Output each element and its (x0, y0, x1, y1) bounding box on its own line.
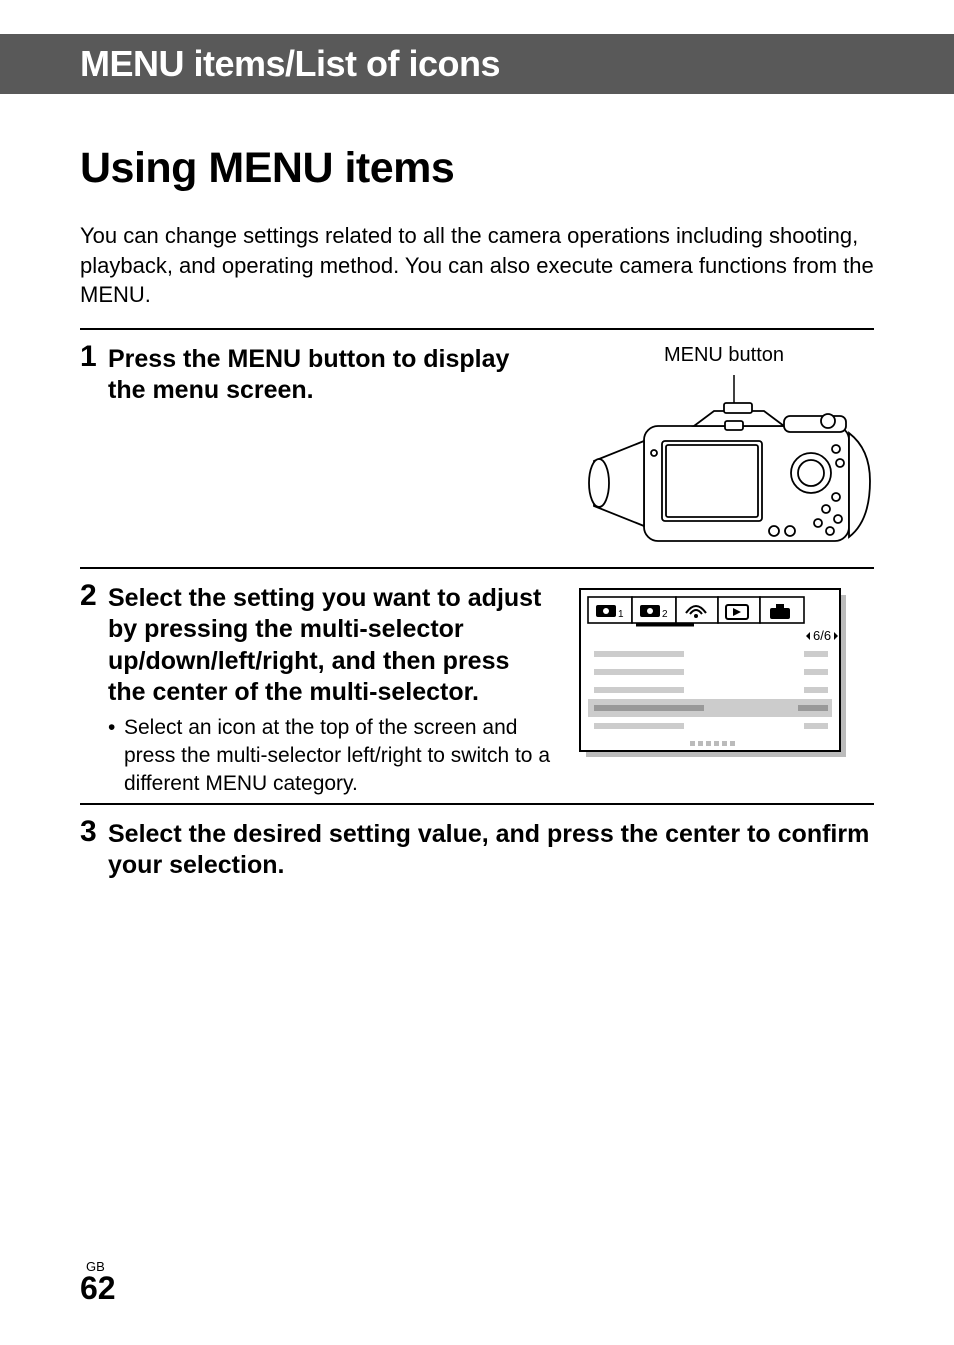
step-1-heading: Press the MENU button to display the men… (108, 344, 550, 407)
svg-text:1: 1 (618, 609, 624, 620)
step-1-figure: MENU button (574, 344, 874, 561)
intro-text: You can change settings related to all t… (80, 221, 874, 310)
step-3-number: 3 (80, 815, 97, 849)
header-title: MENU items/List of icons (80, 43, 500, 85)
header-bar: MENU items/List of icons (0, 34, 954, 94)
step-2-figure: 1 2 (574, 583, 874, 797)
section-title: Using MENU items (80, 144, 874, 193)
step-2-bullet: Select an icon at the top of the screen … (108, 714, 550, 797)
svg-text:2: 2 (662, 609, 668, 620)
step-3: 3 Select the desired setting value, and … (80, 803, 874, 882)
step-1: 1 Press the MENU button to display the m… (80, 328, 874, 561)
footer-page-number: 62 (80, 1270, 116, 1306)
page-footer: GB 62 (80, 1259, 116, 1307)
menu-button-caption: MENU button (574, 344, 874, 367)
step-2-heading: Select the setting you want to adjust by… (108, 583, 550, 708)
menu-page-indicator: 6/6 (813, 628, 831, 643)
step-2: 2 Select the setting you want to adjust … (80, 567, 874, 797)
step-1-number: 1 (80, 340, 97, 374)
camera-illustration-icon (574, 371, 874, 561)
step-2-number: 2 (80, 579, 97, 613)
menu-screen-icon: 1 2 (574, 583, 854, 763)
step-3-heading: Select the desired setting value, and pr… (108, 819, 874, 882)
